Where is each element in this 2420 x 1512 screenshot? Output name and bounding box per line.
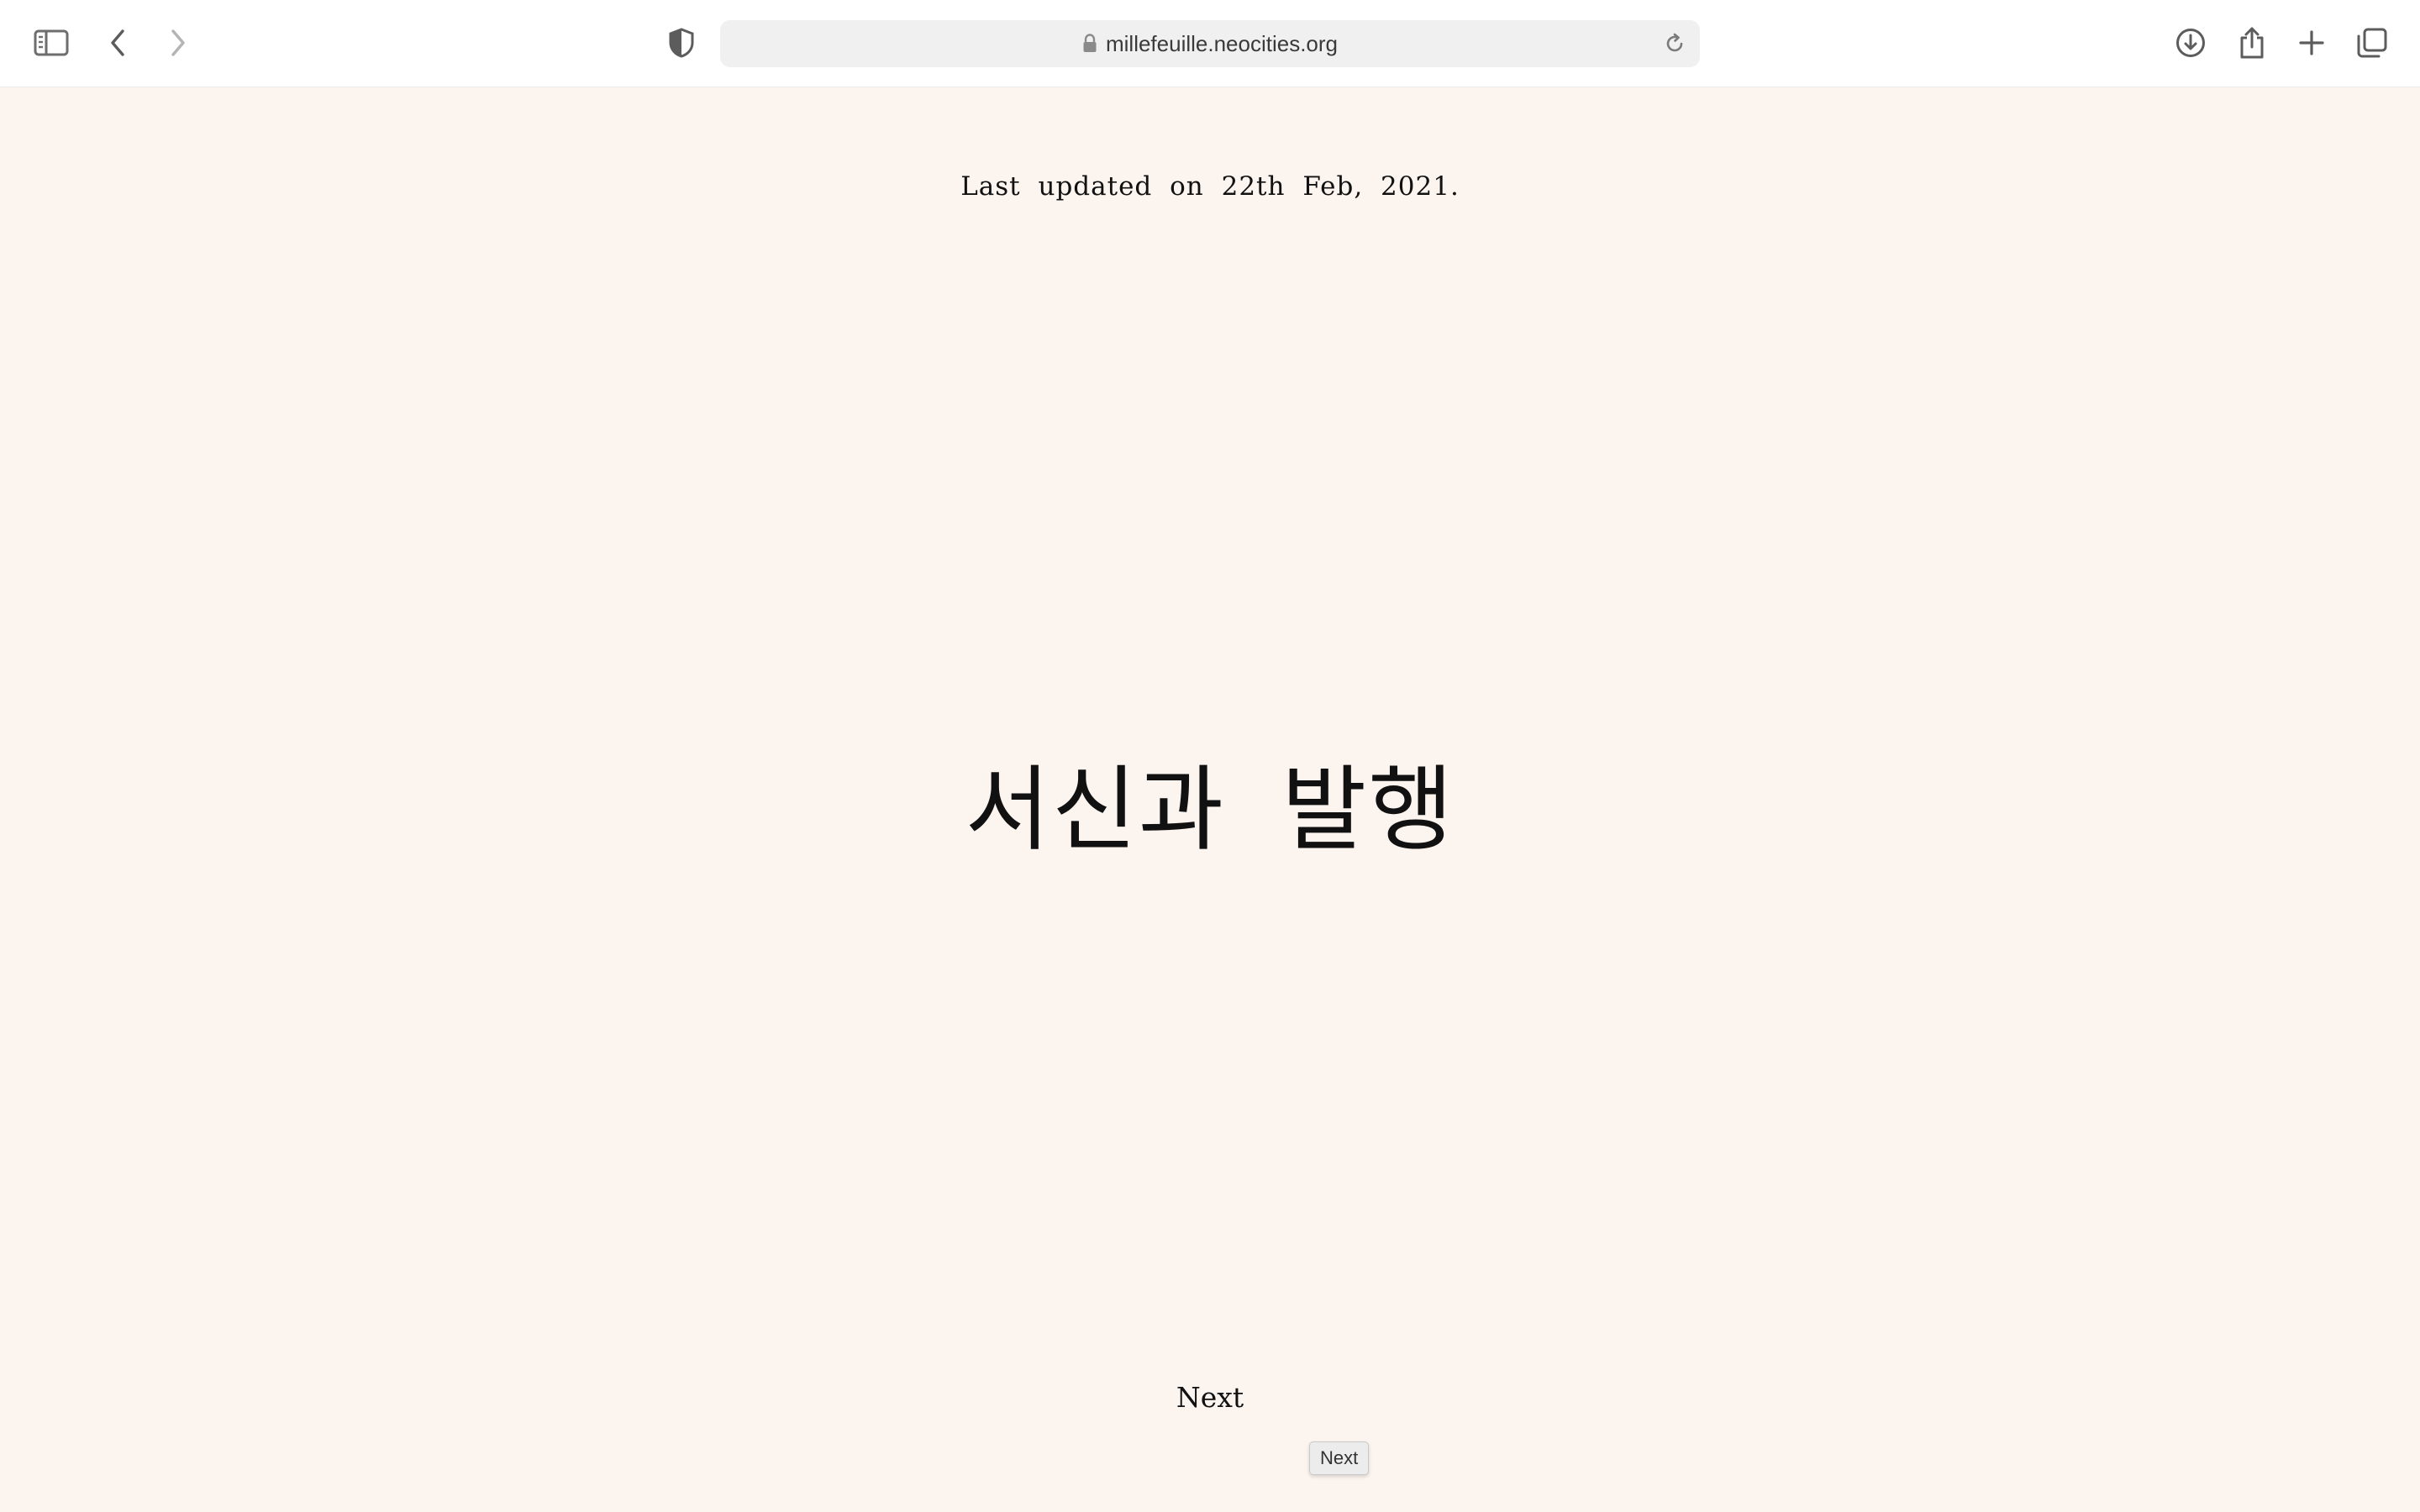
share-icon[interactable] bbox=[2231, 22, 2273, 64]
last-updated-text: Last updated on 22th Feb, 2021. bbox=[960, 171, 1460, 202]
tabs-overview-icon[interactable] bbox=[2351, 22, 2393, 64]
plus-icon[interactable] bbox=[2291, 22, 2333, 64]
chevron-right-icon[interactable] bbox=[156, 22, 198, 64]
page-content: Last updated on 22th Feb, 2021. 서신과 발행 N… bbox=[0, 87, 2420, 1512]
page-title: 서신과 발행 bbox=[965, 756, 1455, 864]
reload-icon[interactable] bbox=[1660, 29, 1690, 59]
download-icon[interactable] bbox=[2170, 22, 2212, 64]
next-tooltip: Next bbox=[1309, 1441, 1370, 1475]
url-text[interactable]: millefeuille.neocities.org bbox=[1106, 31, 1338, 57]
shield-icon[interactable] bbox=[660, 22, 702, 64]
sidebar-icon[interactable] bbox=[30, 22, 72, 64]
chevron-left-icon[interactable] bbox=[97, 22, 139, 64]
browser-toolbar: millefeuille.neocities.org bbox=[0, 0, 2420, 87]
address-bar[interactable]: millefeuille.neocities.org bbox=[720, 20, 1700, 67]
lock-icon bbox=[1082, 34, 1097, 54]
next-link[interactable]: Next bbox=[0, 1381, 2420, 1414]
